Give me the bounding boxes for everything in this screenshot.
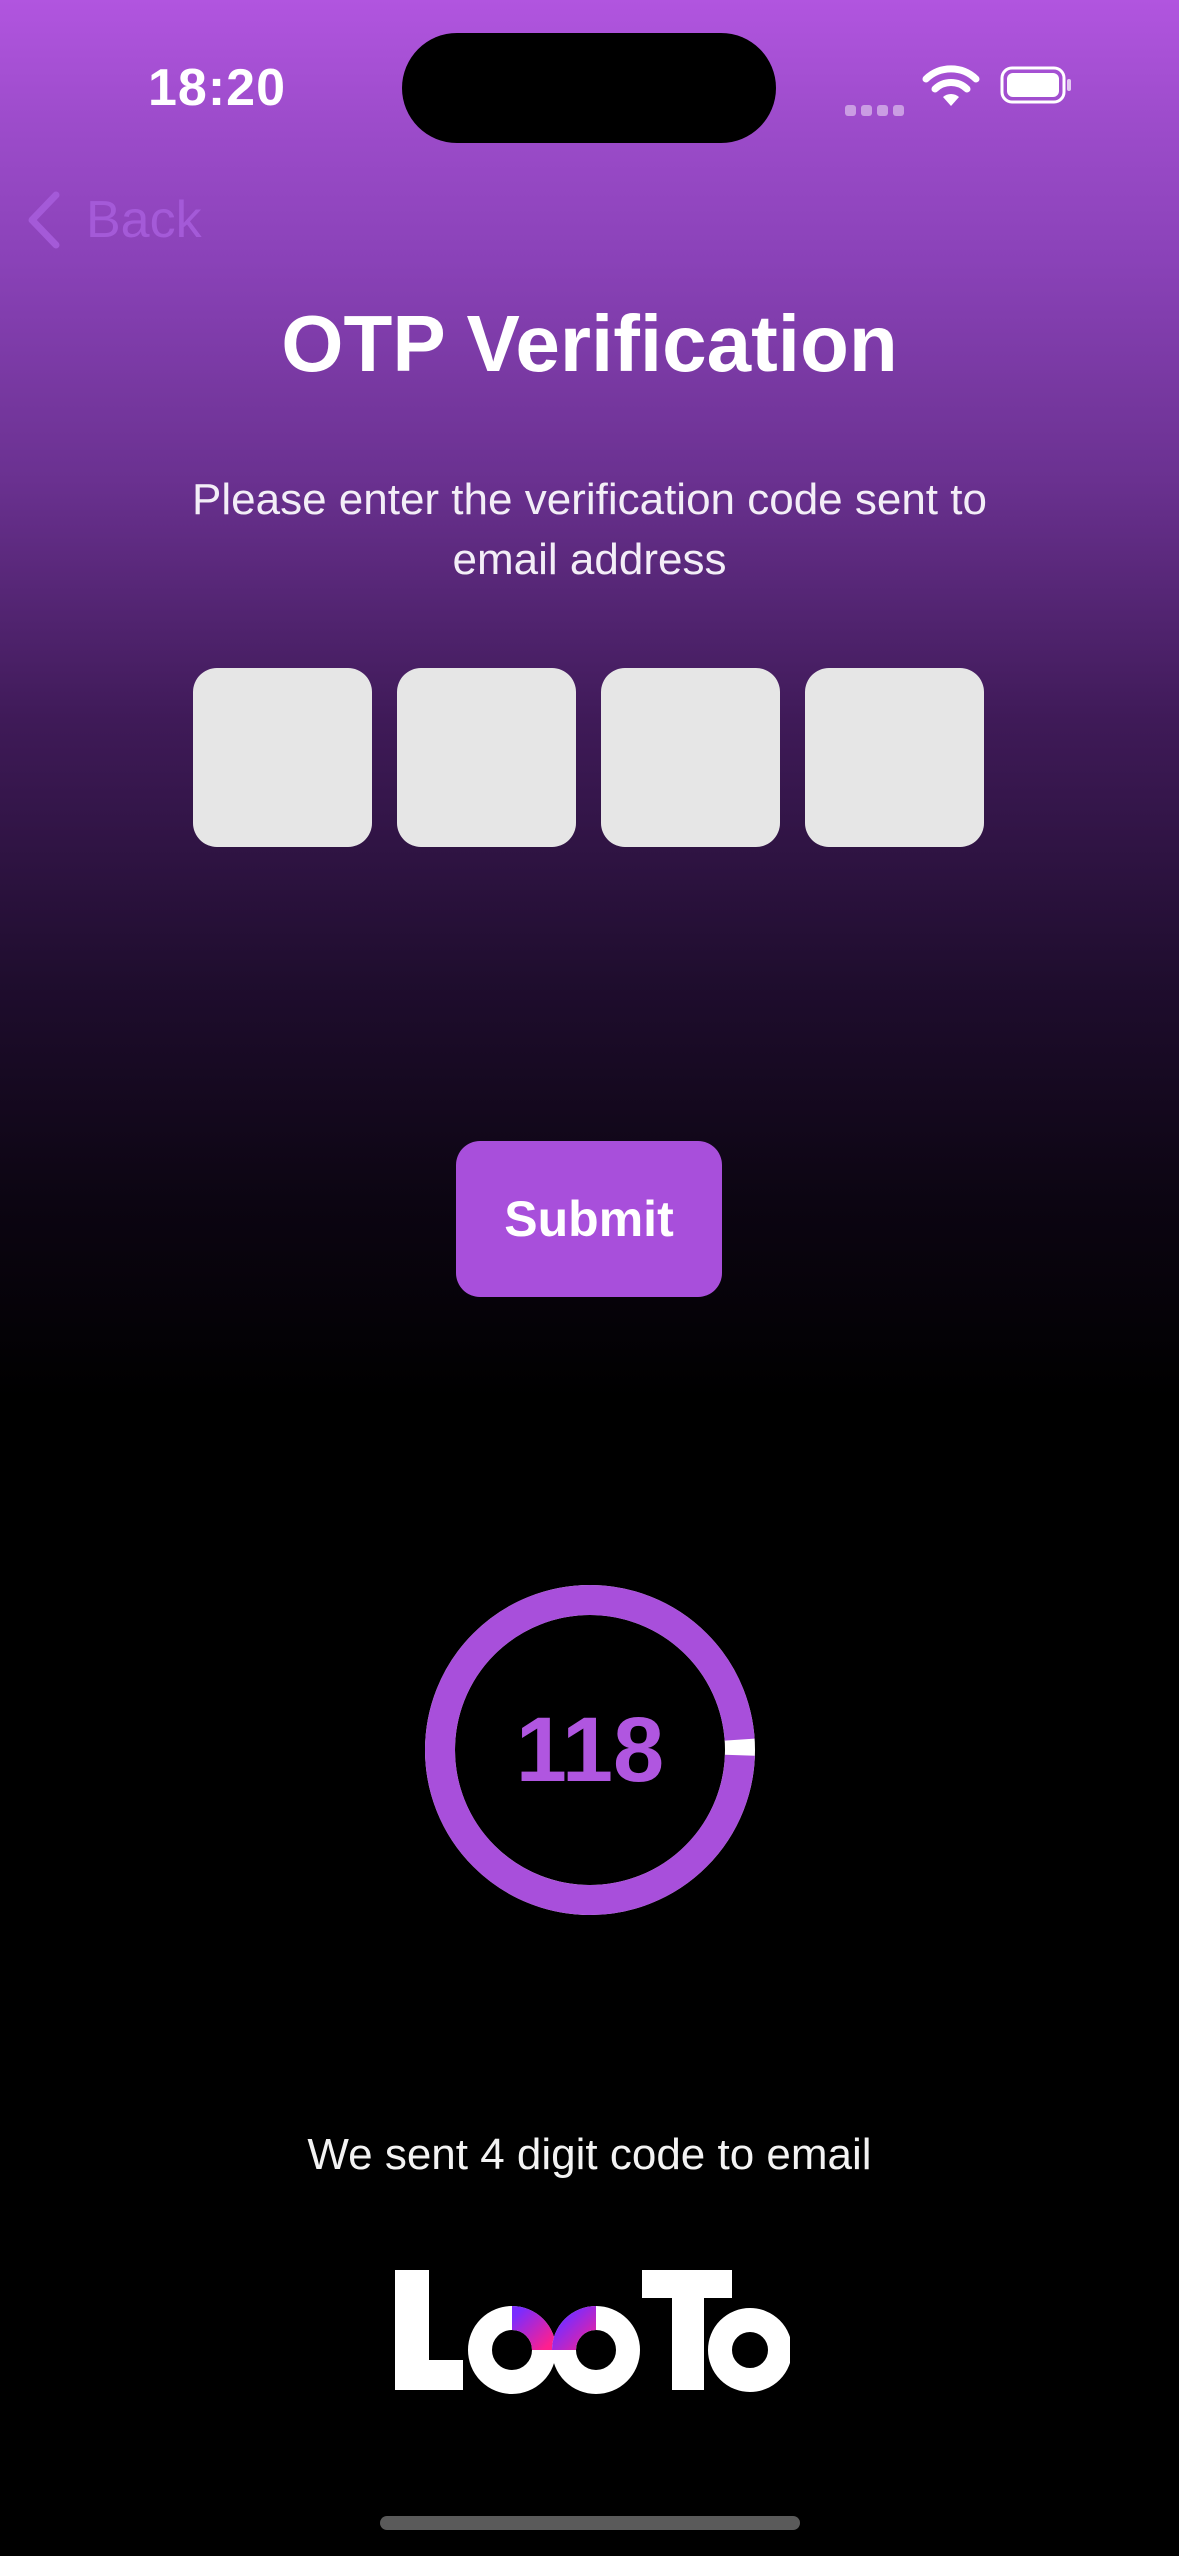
code-sent-message: We sent 4 digit code to email [307, 2130, 872, 2179]
otp-digit-3[interactable] [601, 668, 780, 847]
wifi-icon [922, 65, 980, 106]
otp-digit-4[interactable] [805, 668, 984, 847]
otp-digit-2[interactable] [397, 668, 576, 847]
page-subtitle: Please enter the verification code sent … [192, 475, 987, 584]
page-title: OTP Verification [281, 299, 898, 388]
dynamic-island [402, 33, 776, 143]
otp-input-group [193, 668, 984, 847]
cellular-signal-icon [845, 80, 905, 116]
otp-digit-1[interactable] [193, 668, 372, 847]
back-label: Back [86, 191, 202, 249]
status-time: 18:20 [148, 59, 286, 117]
battery-icon [1000, 66, 1071, 104]
submit-button[interactable]: Submit [456, 1141, 722, 1297]
countdown-value: 118 [515, 1698, 665, 1801]
chevron-left-icon [28, 191, 60, 249]
back-button[interactable]: Back [24, 190, 202, 250]
home-indicator [380, 2516, 800, 2530]
lootto-logo [395, 2270, 790, 2394]
